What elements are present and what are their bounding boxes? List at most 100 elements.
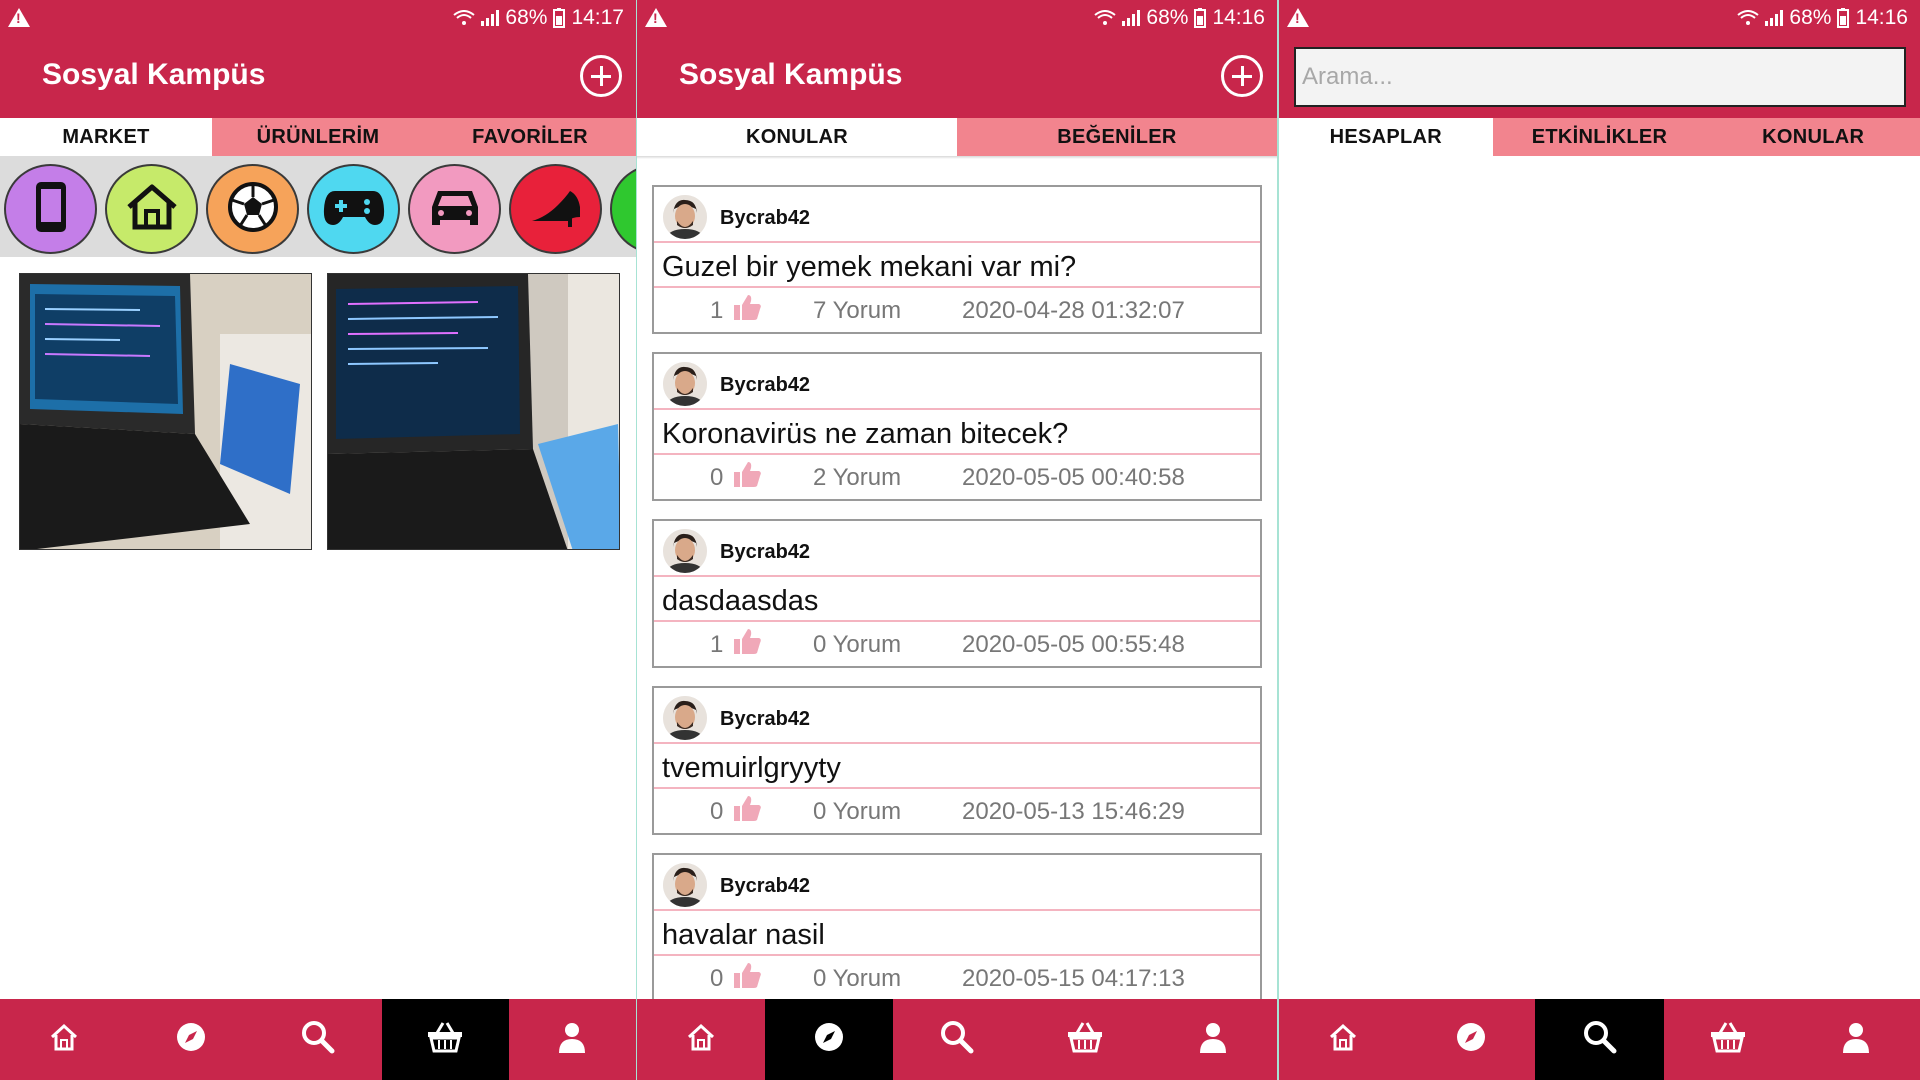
nav-explore[interactable] [1407,999,1535,1080]
nav-home[interactable] [637,999,765,1080]
post-author[interactable]: Bycrab42 [720,541,810,564]
nav-explore[interactable] [765,999,893,1080]
category-car[interactable] [408,164,501,254]
nav-search[interactable] [1535,999,1664,1080]
avatar[interactable] [663,863,707,907]
tab-favorites[interactable]: FAVORİLER [424,118,636,156]
category-games[interactable] [307,164,400,254]
post-date: 2020-05-05 00:40:58 [962,464,1185,491]
post-author[interactable]: Bycrab42 [720,708,810,731]
warning-icon [1287,8,1309,27]
post-card[interactable]: Bycrab42 havalar nasil 0 0 Yorum 2020-05-15 … [652,853,1262,1002]
nav-home[interactable] [0,999,127,1080]
nav-market[interactable] [1021,999,1149,1080]
thumbs-up-icon[interactable] [732,794,762,827]
nav-profile[interactable] [1149,999,1277,1080]
add-icon[interactable] [1221,55,1263,97]
post-question[interactable]: Koronavirüs ne zaman bitecek? [662,418,1068,451]
post-card[interactable]: Bycrab42 Koronavirüs ne zaman bitecek? 0 2 … [652,352,1262,501]
search-bar [1279,36,1920,118]
post-card[interactable]: Bycrab42 Guzel bir yemek mekani var mi? 1 7… [652,185,1262,334]
like-count: 1 [710,297,724,324]
category-home[interactable] [105,164,198,254]
tab-topics[interactable]: KONULAR [1706,118,1920,156]
comment-count[interactable]: 0 Yorum [813,798,901,826]
post-question[interactable]: dasdaasdas [662,585,818,618]
divider [654,453,1260,455]
battery-percent: 68% [1789,6,1832,29]
home-icon [686,1022,716,1057]
nav-search[interactable] [254,999,381,1080]
thumbs-up-icon[interactable] [732,293,762,326]
divider [654,575,1260,577]
bottom-nav [1279,999,1920,1080]
search-icon [1583,1020,1617,1059]
home-icon [49,1022,79,1057]
divider [654,241,1260,243]
divider [654,408,1260,410]
divider [654,620,1260,622]
product-photo[interactable] [327,273,620,550]
nav-explore[interactable] [127,999,254,1080]
wifi-icon [453,10,476,26]
app-title: Sosyal Kampüs [42,58,266,91]
profile-icon [1198,1021,1228,1058]
thumbs-up-icon[interactable] [732,627,762,660]
tab-events[interactable]: ETKİNLİKLER [1493,118,1707,156]
post-author[interactable]: Bycrab42 [720,875,810,898]
nav-market[interactable] [1664,999,1792,1080]
post-card[interactable]: Bycrab42 dasdaasdas 1 0 Yorum 2020-05-05 00:… [652,519,1262,668]
compass-icon [813,1021,845,1058]
thumbs-up-icon[interactable] [732,961,762,994]
add-icon[interactable] [580,55,622,97]
comment-count[interactable]: 7 Yorum [813,297,901,325]
search-icon [301,1020,335,1059]
compass-icon [175,1021,207,1058]
category-sports[interactable] [206,164,299,254]
post-author[interactable]: Bycrab42 [720,374,810,397]
market-tabs: MARKET ÜRÜNLERİM FAVORİLER [0,118,636,156]
category-phone[interactable] [4,164,97,254]
avatar[interactable] [663,362,707,406]
post-author[interactable]: Bycrab42 [720,207,810,230]
category-shoes[interactable] [509,164,602,254]
search-screen: 68% 14:16 HESAPLAR ETKİNLİKLER KONULAR [1279,0,1920,1080]
post-card[interactable]: Bycrab42 tvemuirlgryyty 0 0 Yorum 2020-05-13… [652,686,1262,835]
nav-home[interactable] [1279,999,1407,1080]
basket-icon [427,1021,463,1058]
battery-icon [1194,8,1207,28]
status-bar: 68% 14:16 [637,0,1277,36]
tabs-shadow [637,156,1277,159]
divider [654,286,1260,288]
tab-likes[interactable]: BEĞENİLER [957,118,1277,156]
like-count: 0 [710,965,724,992]
product-photo[interactable] [19,273,312,550]
post-question[interactable]: havalar nasil [662,919,825,952]
tab-topics[interactable]: KONULAR [637,118,957,156]
search-icon [940,1020,974,1059]
comment-count[interactable]: 2 Yorum [813,464,901,492]
category-more[interactable] [610,164,636,254]
avatar[interactable] [663,195,707,239]
post-date: 2020-04-28 01:32:07 [962,297,1185,324]
high-heel-icon [528,187,584,232]
tab-my-products[interactable]: ÜRÜNLERİM [212,118,424,156]
nav-profile[interactable] [509,999,636,1080]
post-question[interactable]: Guzel bir yemek mekani var mi? [662,251,1076,284]
tab-accounts[interactable]: HESAPLAR [1279,118,1493,156]
search-input[interactable] [1294,47,1906,107]
topics-screen: 68% 14:16 Sosyal Kampüs KONULAR BEĞENİLE… [637,0,1277,1080]
nav-market[interactable] [381,999,509,1080]
comment-count[interactable]: 0 Yorum [813,965,901,993]
comment-count[interactable]: 0 Yorum [813,631,901,659]
tab-market[interactable]: MARKET [0,118,212,156]
status-bar: 68% 14:16 [1279,0,1920,36]
nav-profile[interactable] [1792,999,1920,1080]
post-question[interactable]: tvemuirlgryyty [662,752,841,785]
like-count: 0 [710,798,724,825]
nav-search[interactable] [893,999,1021,1080]
thumbs-up-icon[interactable] [732,460,762,493]
profile-icon [1841,1021,1871,1058]
avatar[interactable] [663,696,707,740]
avatar[interactable] [663,529,707,573]
